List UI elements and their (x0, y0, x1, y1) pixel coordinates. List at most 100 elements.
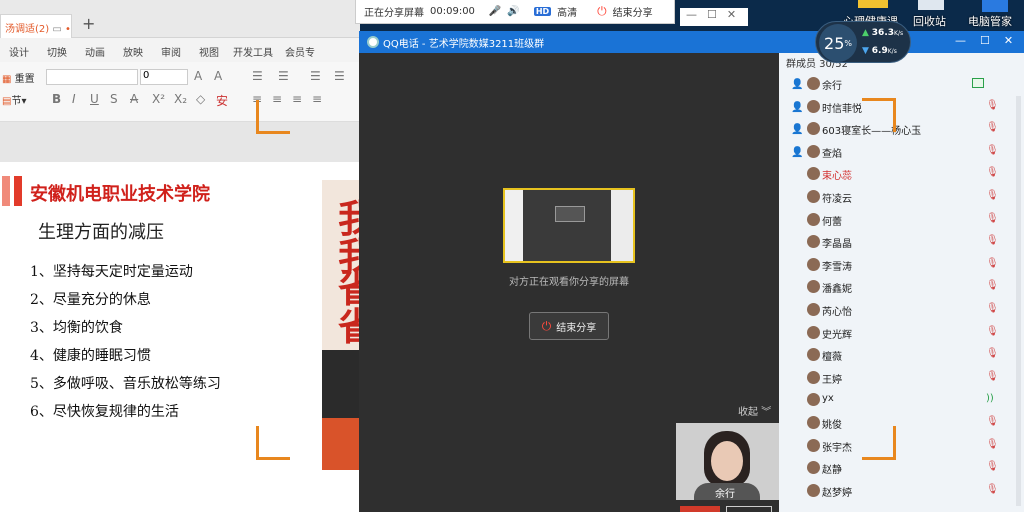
member-avatar (807, 144, 820, 158)
mic-muted-icon: 🎙 (986, 325, 999, 337)
close-icon[interactable]: ✕ (727, 8, 736, 26)
member-row[interactable]: 潘鑫妮 🎙 (779, 277, 1024, 299)
menu-design[interactable]: 设计 (0, 40, 38, 62)
end-share-button[interactable]: ⏻ 结束分享 (529, 312, 609, 340)
member-row[interactable]: 姚俊 🎙 (779, 413, 1024, 435)
member-name: 时信菲悦 (822, 103, 862, 115)
menu-member[interactable]: 会员专 (278, 40, 322, 62)
number-list-icon[interactable]: ☰ (278, 69, 289, 83)
font-size-select[interactable]: 0 (140, 69, 188, 85)
menu-developer[interactable]: 开发工具 (228, 40, 278, 62)
member-avatar (807, 257, 820, 271)
member-avatar (807, 235, 820, 249)
underline-icon[interactable]: U (90, 92, 99, 106)
maximize-icon[interactable]: ☐ (980, 34, 990, 47)
member-avatar (807, 212, 820, 226)
italic-icon[interactable]: I (72, 92, 76, 106)
slide-poster-image: 我 我 省 省 (322, 180, 360, 470)
desktop-icon-label[interactable]: 回收站 (913, 13, 946, 29)
justify-icon[interactable]: ≡ (312, 92, 322, 106)
phonetic-icon[interactable]: 安 (216, 92, 228, 109)
admin-user-icon: 👤 (791, 124, 804, 136)
admin-user-icon: 👤 (791, 146, 804, 158)
member-row[interactable]: yx)) (779, 390, 1024, 412)
section-label: 节 (11, 96, 22, 107)
member-row[interactable]: 芮心怡 🎙 (779, 300, 1024, 322)
document-tab[interactable]: 汤调适(2) ▭ • (0, 14, 72, 38)
member-row[interactable]: 束心蕊 🎙 (779, 164, 1024, 186)
desktop-icon-label[interactable]: 电脑管家 (968, 13, 1012, 29)
member-row[interactable]: 张宇杰 🎙 (779, 436, 1024, 458)
member-row[interactable]: 符凌云 🎙 (779, 187, 1024, 209)
member-row[interactable]: 赵静 🎙 (779, 458, 1024, 480)
shadow-icon[interactable]: S (110, 92, 118, 106)
admin-user-icon: 👤 (791, 101, 804, 113)
frame-corner (862, 98, 896, 132)
menu-review[interactable]: 审阅 (152, 40, 190, 62)
mic-muted-icon: 🎙 (986, 370, 999, 382)
member-row[interactable]: 赵梦婷 🎙 (779, 481, 1024, 503)
hangup-button-edge[interactable] (680, 506, 720, 512)
close-icon[interactable]: ✕ (1004, 34, 1013, 47)
font-name-select[interactable] (46, 69, 138, 85)
font-shrink-icon[interactable]: A (214, 69, 222, 83)
member-row[interactable]: 👤 603寝室长——杨心玉 🎙 (779, 119, 1024, 141)
power-icon[interactable]: ⏻ (597, 4, 607, 19)
monitor-icon: ▭ (52, 24, 62, 35)
member-row[interactable]: 何蕾 🎙 (779, 210, 1024, 232)
menu-transition[interactable]: 切换 (38, 40, 76, 62)
speaker-icon[interactable]: 🔊 (507, 6, 519, 17)
reset-icon: ▦ (2, 74, 12, 85)
end-share-link[interactable]: 结束分享 (613, 4, 653, 19)
bullet-list-icon[interactable]: ☰ (252, 69, 263, 83)
minimize-icon[interactable]: — (955, 34, 966, 47)
menu-animation[interactable]: 动画 (76, 40, 114, 62)
folder-icon (858, 0, 888, 8)
new-tab-button[interactable]: + (82, 14, 95, 33)
member-name: 檀薇 (822, 352, 842, 364)
menu-view[interactable]: 视图 (190, 40, 228, 62)
font-grow-icon[interactable]: A (194, 69, 202, 83)
chevron-down-icon: ︾ (761, 407, 772, 418)
frame-corner (256, 426, 290, 460)
mic-muted-icon: 🎙 (986, 122, 999, 134)
hd-badge-icon[interactable]: HD (533, 7, 552, 16)
member-row[interactable]: 李雪涛 🎙 (779, 255, 1024, 277)
frame-corner (256, 100, 290, 134)
member-row[interactable]: 王婷 🎙 (779, 368, 1024, 390)
align-right-icon[interactable]: ≡ (292, 92, 302, 106)
camera-name-label: 余行 (715, 489, 735, 500)
member-row[interactable]: 檀薇 🎙 (779, 345, 1024, 367)
member-row[interactable]: 👤 时信菲悦 🎙 (779, 97, 1024, 119)
bold-icon[interactable]: B (52, 92, 61, 106)
eraser-icon[interactable]: ◇ (196, 92, 205, 106)
superscript-icon[interactable]: X² (152, 92, 165, 106)
member-avatar (807, 393, 820, 407)
collapse-label: 收起 (738, 407, 758, 418)
minimize-icon[interactable]: — (686, 8, 697, 26)
member-row[interactable]: 李晶晶 🎙 (779, 232, 1024, 254)
member-row[interactable]: 👤 余行 (779, 74, 1024, 96)
tab-dot-icon[interactable]: • (65, 24, 71, 35)
poster-footer (322, 418, 360, 470)
menu-slideshow[interactable]: 放映 (114, 40, 152, 62)
wps-window-controls: — ☐ ✕ (680, 8, 748, 26)
outdent-icon[interactable]: ☰ (334, 69, 345, 83)
mic-muted-icon[interactable]: 🎤̸ (489, 6, 501, 17)
maximize-icon[interactable]: ☐ (707, 8, 717, 26)
member-scrollbar[interactable] (1016, 96, 1021, 506)
indent-icon[interactable]: ☰ (310, 69, 321, 83)
quality-label[interactable]: 高清 (557, 4, 577, 19)
member-row[interactable]: 史光辉 🎙 (779, 323, 1024, 345)
section-button[interactable]: ▤节▾ (2, 92, 26, 107)
qq-title-bar: QQ电话 - 艺术学院数媒3211班级群 (359, 31, 1024, 53)
reset-button[interactable]: ▦ 重置 (2, 70, 35, 85)
shared-screen-preview[interactable] (503, 188, 635, 263)
member-row[interactable]: 👤 查焰 🎙 (779, 142, 1024, 164)
control-button-edge[interactable] (726, 506, 772, 512)
collapse-button[interactable]: 收起 ︾ (738, 403, 771, 418)
member-avatar (807, 303, 820, 316)
mic-muted-icon: 🎙 (986, 212, 999, 224)
subscript-icon[interactable]: X₂ (174, 92, 187, 106)
strikethrough-icon[interactable]: A (130, 92, 138, 106)
